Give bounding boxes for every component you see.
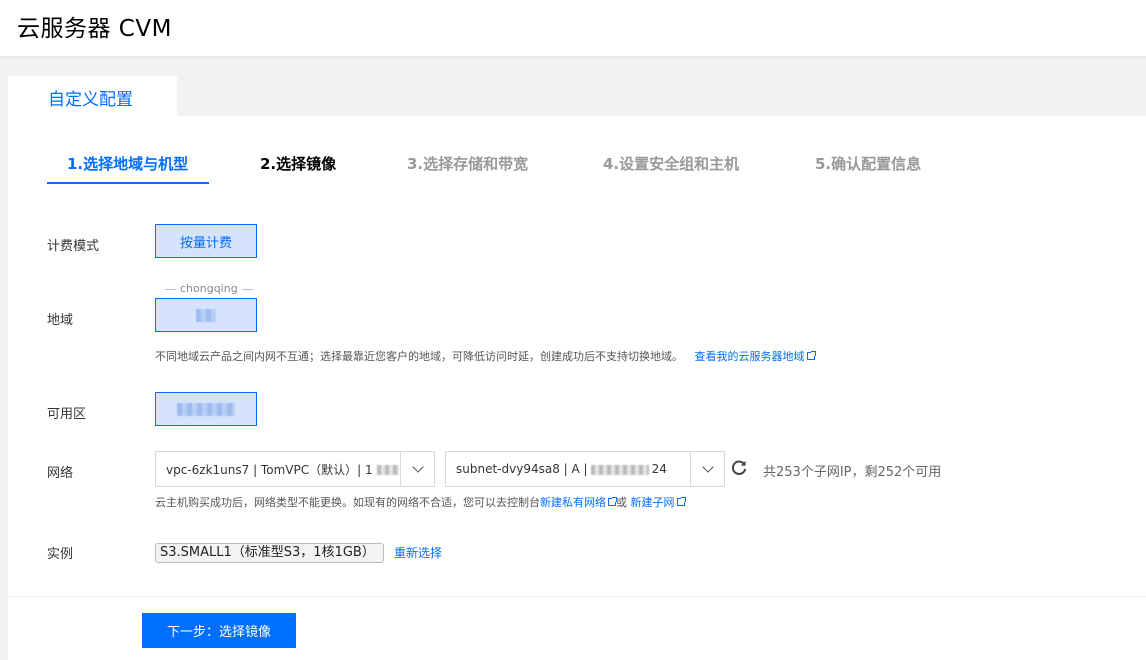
step-region-and-model[interactable]: 1.选择地域与机型 xyxy=(47,153,209,184)
my-regions-link[interactable]: 查看我的云服务器地域 xyxy=(695,350,805,363)
subnet-select[interactable]: subnet-dvy94sa8 | A | 24 xyxy=(445,451,725,487)
top-bar: 云服务器 CVM xyxy=(0,0,1146,56)
step-security-host[interactable]: 4.设置安全组和主机 xyxy=(603,153,739,184)
vpc-select[interactable]: vpc-6zk1uns7 | TomVPC（默认）| 1 xyxy=(155,451,435,487)
external-link-icon xyxy=(806,351,816,360)
region-caption: chongqing xyxy=(161,282,251,295)
reselect-instance-link[interactable]: 重新选择 xyxy=(394,544,442,561)
create-vpc-link[interactable]: 新建私有网络 xyxy=(540,496,606,509)
vpc-dropdown-toggle[interactable] xyxy=(400,452,434,486)
external-link-icon xyxy=(676,497,686,506)
wizard-steps: 1.选择地域与机型 2.选择镜像 3.选择存储和带宽 4.设置安全组和主机 5.… xyxy=(47,153,1047,185)
zone-name-redacted xyxy=(177,402,235,416)
external-link-icon xyxy=(608,497,617,506)
vpc-select-value: vpc-6zk1uns7 | TomVPC（默认）| 1 xyxy=(156,461,400,478)
tab-custom-config-label: 自定义配置 xyxy=(48,90,133,110)
app-title: 云服务器 CVM xyxy=(17,16,172,42)
region-name-redacted xyxy=(196,308,216,322)
region-caption-text: chongqing xyxy=(180,282,238,295)
subnet-ip-count: 共253个子网IP，剩252个可用 xyxy=(763,465,942,480)
chevron-down-icon xyxy=(411,461,424,473)
step-image[interactable]: 2.选择镜像 xyxy=(260,153,336,184)
network-hint-or: 或 xyxy=(616,496,627,509)
subnet-dropdown-toggle[interactable] xyxy=(690,452,724,486)
region-label: 地域 xyxy=(47,313,74,328)
network-hint: 云主机购买成功后，网络类型不能更换。如现有的网络不合适，您可以去控制台新建私有网… xyxy=(155,494,686,510)
network-label: 网络 xyxy=(47,466,74,481)
step-confirm[interactable]: 5.确认配置信息 xyxy=(815,153,921,184)
subnet-cidr-suffix: 24 xyxy=(651,462,667,476)
network-hint-text: 云主机购买成功后，网络类型不能更换。如现有的网络不合适，您可以去控制台 xyxy=(155,496,540,509)
chevron-down-icon xyxy=(701,461,714,473)
billing-option-label: 按量计费 xyxy=(179,235,232,251)
create-subnet-link[interactable]: 新建子网 xyxy=(631,496,675,509)
vpc-cidr-redacted xyxy=(376,465,399,475)
zone-option-selected[interactable] xyxy=(155,392,257,426)
region-option-selected[interactable] xyxy=(155,298,257,332)
zone-label: 可用区 xyxy=(47,407,87,422)
refresh-icon[interactable] xyxy=(730,459,748,477)
billing-option-pay-as-you-go[interactable]: 按量计费 xyxy=(155,224,257,258)
step-storage-bandwidth[interactable]: 3.选择存储和带宽 xyxy=(407,153,528,184)
region-hint: 不同地域云产品之间内网不互通；选择最靠近您客户的地域，可降低访问时延，创建成功后… xyxy=(155,348,816,364)
next-step-button[interactable]: 下一步：选择镜像 xyxy=(142,613,296,648)
subnet-select-value: subnet-dvy94sa8 | A | 24 xyxy=(456,462,667,476)
region-hint-text: 不同地域云产品之间内网不互通；选择最靠近您客户的地域，可降低访问时延，创建成功后… xyxy=(155,350,683,363)
instance-label: 实例 xyxy=(47,547,74,562)
top-bar-shadow xyxy=(0,56,1146,60)
subnet-cidr-redacted xyxy=(590,464,649,475)
tab-custom-config[interactable]: 自定义配置 xyxy=(8,76,177,117)
instance-type-value: S3.SMALL1（标准型S3，1核1GB） xyxy=(155,543,384,563)
billing-mode-label: 计费模式 xyxy=(47,239,100,254)
